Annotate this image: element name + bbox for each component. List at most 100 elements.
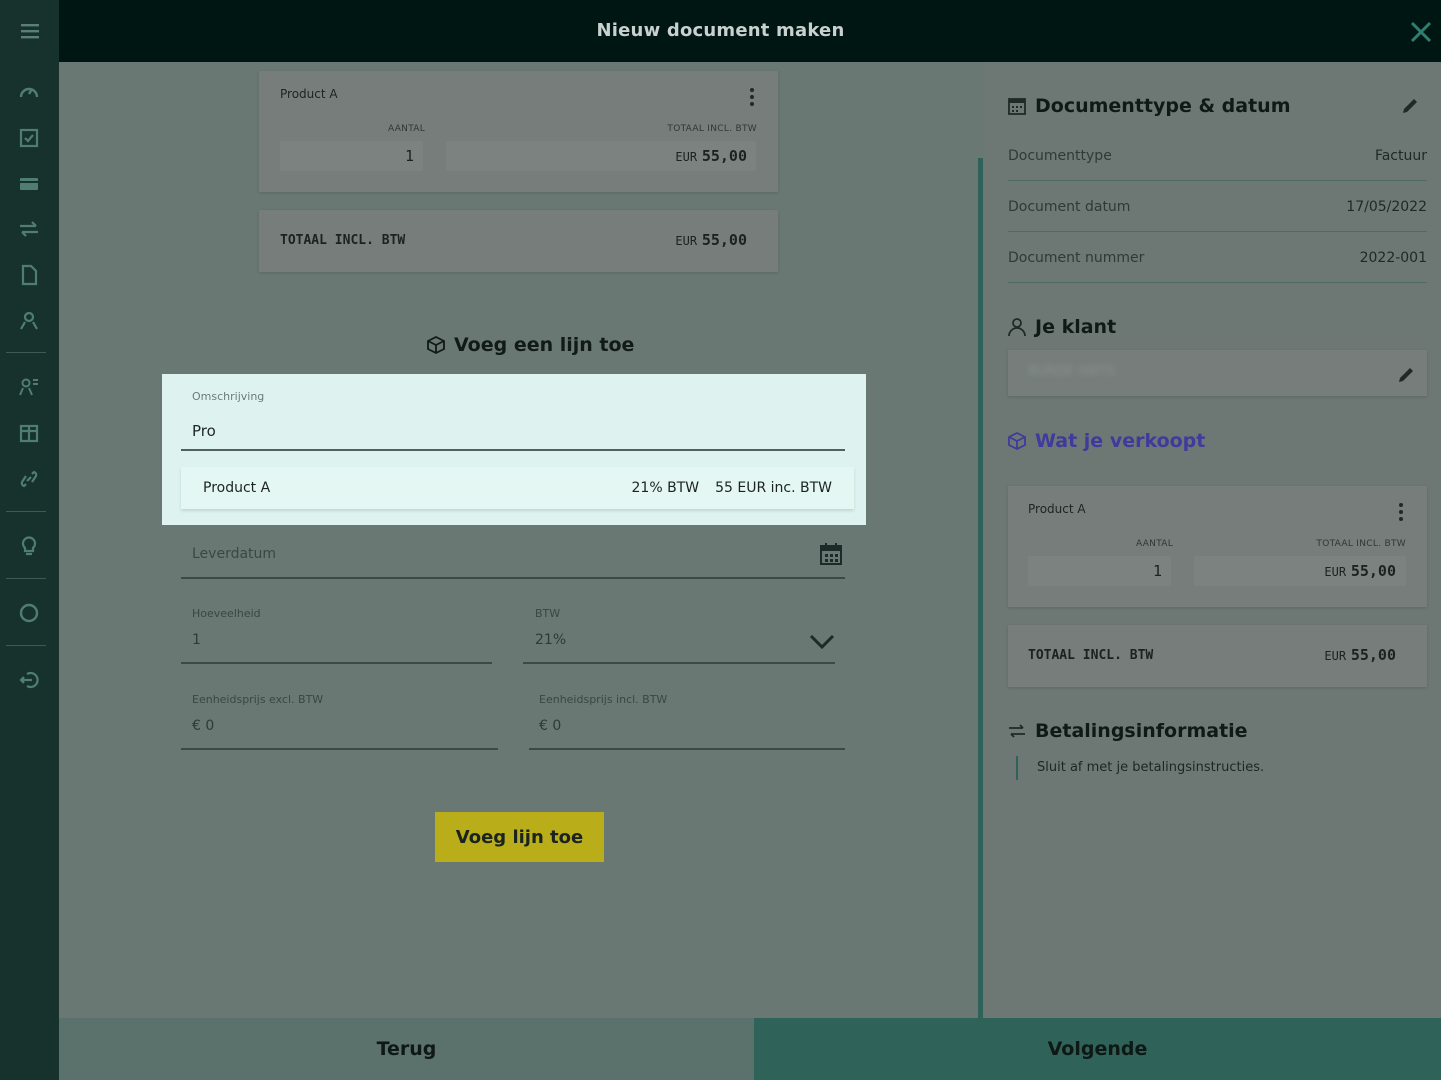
quantity-underline [181,662,492,664]
next-button[interactable]: Volgende [754,1018,1441,1080]
preview-total-card: TOTAAL INCL. BTW EUR 55,00 [259,210,778,272]
preview-line-card[interactable]: Product A AANTAL TOTAAL INCL. BTW 1 EUR … [259,71,778,192]
edit-icon[interactable] [1401,97,1419,115]
suggestion-price: 55 EUR inc. BTW [715,480,832,496]
add-line-heading: Voeg een lijn toe [426,334,634,356]
sidebar-divider [6,578,46,579]
description-autocomplete: Omschrijving Pro Product A 21% BTW 55 EU… [162,374,866,525]
contacts-icon[interactable] [17,309,41,333]
summary-line-card[interactable]: Product A AANTAL TOTAAL INCL. BTW 1 EUR … [1008,486,1427,607]
line-total-value: 55,00 [701,147,747,165]
sidebar [0,62,59,1080]
unit-incl-underline [529,748,845,750]
card-icon[interactable] [17,172,41,196]
line-total: EUR 55,00 [675,147,747,165]
row-value: 2022-001 [1359,249,1427,266]
total-label: TOTAAL INCL. BTW [667,124,757,134]
box-icon [427,335,445,355]
qty-value: 1 [1153,562,1163,580]
sidebar-divider [6,645,46,646]
unit-incl-label: Eenheidsprijs incl. BTW [539,693,668,706]
currency: EUR [1324,565,1347,579]
row-label: Document nummer [1008,249,1145,266]
line-total-value: 55,00 [1350,562,1396,580]
transfer-icon [1009,724,1025,738]
currency: EUR [1324,649,1347,663]
page-title: Nieuw document maken [596,20,845,41]
sell-section-heading: Wat je verkoopt [1007,430,1205,452]
more-icon[interactable] [749,87,755,107]
total-value: 55,00 [701,231,747,249]
circle-icon[interactable] [17,601,41,625]
suggestion-vat: 21% BTW [631,480,700,496]
summary-row[interactable]: Documenttype Factuur [1008,131,1427,181]
unit-excl-label: Eenheidsprijs excl. BTW [192,693,324,706]
total-label: TOTAAL INCL. BTW [1316,539,1406,549]
suggestion-name: Product A [203,480,271,496]
description-underline [181,449,845,451]
doc-section-title: Documenttype & datum [1035,95,1291,117]
client-section-heading: Je klant [1007,316,1116,338]
row-label: Documenttype [1008,147,1112,164]
row-label: Document datum [1008,198,1131,215]
delivery-date-input[interactable]: Leverdatum [192,546,276,562]
qty-value: 1 [405,147,415,165]
sidebar-divider [6,352,46,353]
qty-box [1028,556,1171,586]
description-input[interactable]: Pro [192,422,216,440]
close-icon[interactable] [1407,18,1435,46]
total-label: TOTAAL INCL. BTW [1028,648,1154,663]
summary-row[interactable]: Document nummer 2022-001 [1008,233,1427,283]
summary-row[interactable]: Document datum 17/05/2022 [1008,182,1427,232]
link-icon[interactable] [17,467,41,491]
box-icon [1008,431,1026,451]
summary-total-card: TOTAAL INCL. BTW EUR 55,00 [1008,625,1427,687]
vat-underline [523,662,835,664]
dashboard-icon[interactable] [17,80,41,104]
sell-section-title: Wat je verkoopt [1035,430,1206,452]
total-amount: EUR 55,00 [675,231,747,249]
vat-select[interactable]: 21% [535,632,566,648]
quantity-input[interactable]: 1 [192,632,201,648]
payment-text: Sluit af met je betalingsinstructies. [1037,760,1265,775]
total-amount: EUR 55,00 [1324,646,1396,664]
more-icon[interactable] [1398,502,1404,522]
checklist-icon[interactable] [17,126,41,150]
calendar-icon[interactable] [819,542,843,566]
document-icon[interactable] [17,263,41,287]
chevron-down-icon[interactable] [809,633,835,651]
main-content [59,62,985,1018]
person-list-icon[interactable] [17,375,41,399]
line-product-name: Product A [1028,502,1086,516]
currency: EUR [675,234,698,248]
line-product-name: Product A [280,87,338,101]
calendar-icon [1008,98,1026,115]
row-value: Factuur [1374,147,1427,164]
total-label: TOTAAL INCL. BTW [280,233,406,248]
payment-section-title: Betalingsinformatie [1035,720,1248,742]
client-card[interactable]: BURDE 0WTS [1008,350,1427,396]
hamburger-icon [20,24,39,39]
add-line-button[interactable]: Voeg lijn toe [435,812,604,862]
quantity-label: Hoeveelheid [192,607,261,620]
unit-excl-input[interactable]: € 0 [192,718,214,734]
client-name: BURDE 0WTS [1028,364,1116,379]
scrollbar[interactable] [978,158,983,1018]
back-button[interactable]: Terug [59,1018,754,1080]
suggestion-item[interactable]: Product A 21% BTW 55 EUR inc. BTW [181,467,854,509]
delivery-underline [181,577,845,579]
top-bar: Nieuw document maken [0,0,1441,62]
client-section-title: Je klant [1035,316,1117,338]
logout-icon[interactable] [17,668,41,692]
qty-label: AANTAL [1136,539,1174,549]
row-value: 17/05/2022 [1346,198,1427,215]
sidebar-divider [6,511,46,512]
transfer-icon[interactable] [17,217,41,241]
bulb-icon[interactable] [17,534,41,558]
edit-icon[interactable] [1397,366,1415,384]
unit-incl-input[interactable]: € 0 [539,718,561,734]
box-icon[interactable] [17,421,41,445]
description-label: Omschrijving [192,390,265,403]
unit-excl-underline [181,748,498,750]
menu-button[interactable] [0,0,59,62]
